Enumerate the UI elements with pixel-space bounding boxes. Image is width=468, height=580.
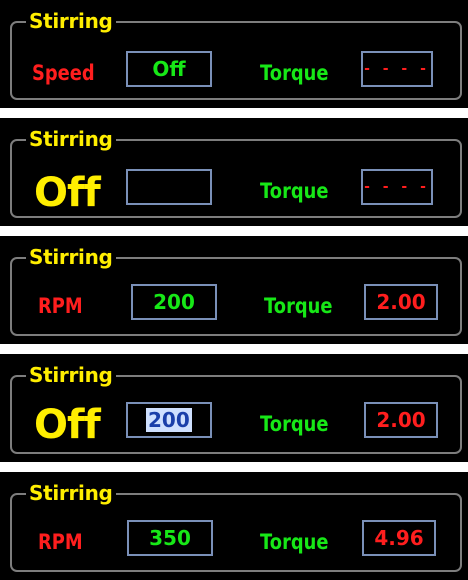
stirring-panel-2: Stirring Off Torque - - - - <box>0 118 468 226</box>
rpm-label: RPM <box>38 530 83 554</box>
group-legend: Stirring <box>26 364 116 386</box>
group-legend: Stirring <box>26 246 116 268</box>
stirring-panel-3: Stirring RPM 200 Torque 2.00 <box>0 236 468 344</box>
selected-speed-text[interactable]: 200 <box>146 408 192 432</box>
torque-value-display: 2.00 <box>364 402 438 438</box>
group-legend: Stirring <box>26 128 116 150</box>
torque-value-display: - - - - <box>361 51 433 87</box>
rpm-value-field[interactable]: 200 <box>131 284 217 320</box>
speed-input[interactable] <box>126 169 212 205</box>
stirring-panel-4: Stirring Off 200 Torque 2.00 <box>0 354 468 462</box>
torque-label: Torque <box>260 61 329 85</box>
speed-label: Speed <box>32 61 95 85</box>
stirring-panel-1: Stirring Speed Off Torque - - - - <box>0 0 468 108</box>
speed-value-field[interactable]: Off <box>126 51 212 87</box>
stirring-panel-5: Stirring RPM 350 Torque 4.96 <box>0 472 468 580</box>
torque-label: Torque <box>260 530 329 554</box>
torque-value-display: 4.96 <box>362 520 436 556</box>
torque-label: Torque <box>260 412 329 436</box>
off-indicator: Off <box>34 402 101 448</box>
off-indicator: Off <box>34 170 101 216</box>
group-legend: Stirring <box>26 10 116 32</box>
rpm-value-field[interactable]: 350 <box>127 520 213 556</box>
group-legend: Stirring <box>26 482 116 504</box>
torque-label: Torque <box>260 179 329 203</box>
torque-value-display: 2.00 <box>364 284 438 320</box>
speed-input[interactable]: 200 <box>126 402 212 438</box>
torque-value-display: - - - - <box>361 169 433 205</box>
torque-label: Torque <box>264 294 333 318</box>
rpm-label: RPM <box>38 294 83 318</box>
